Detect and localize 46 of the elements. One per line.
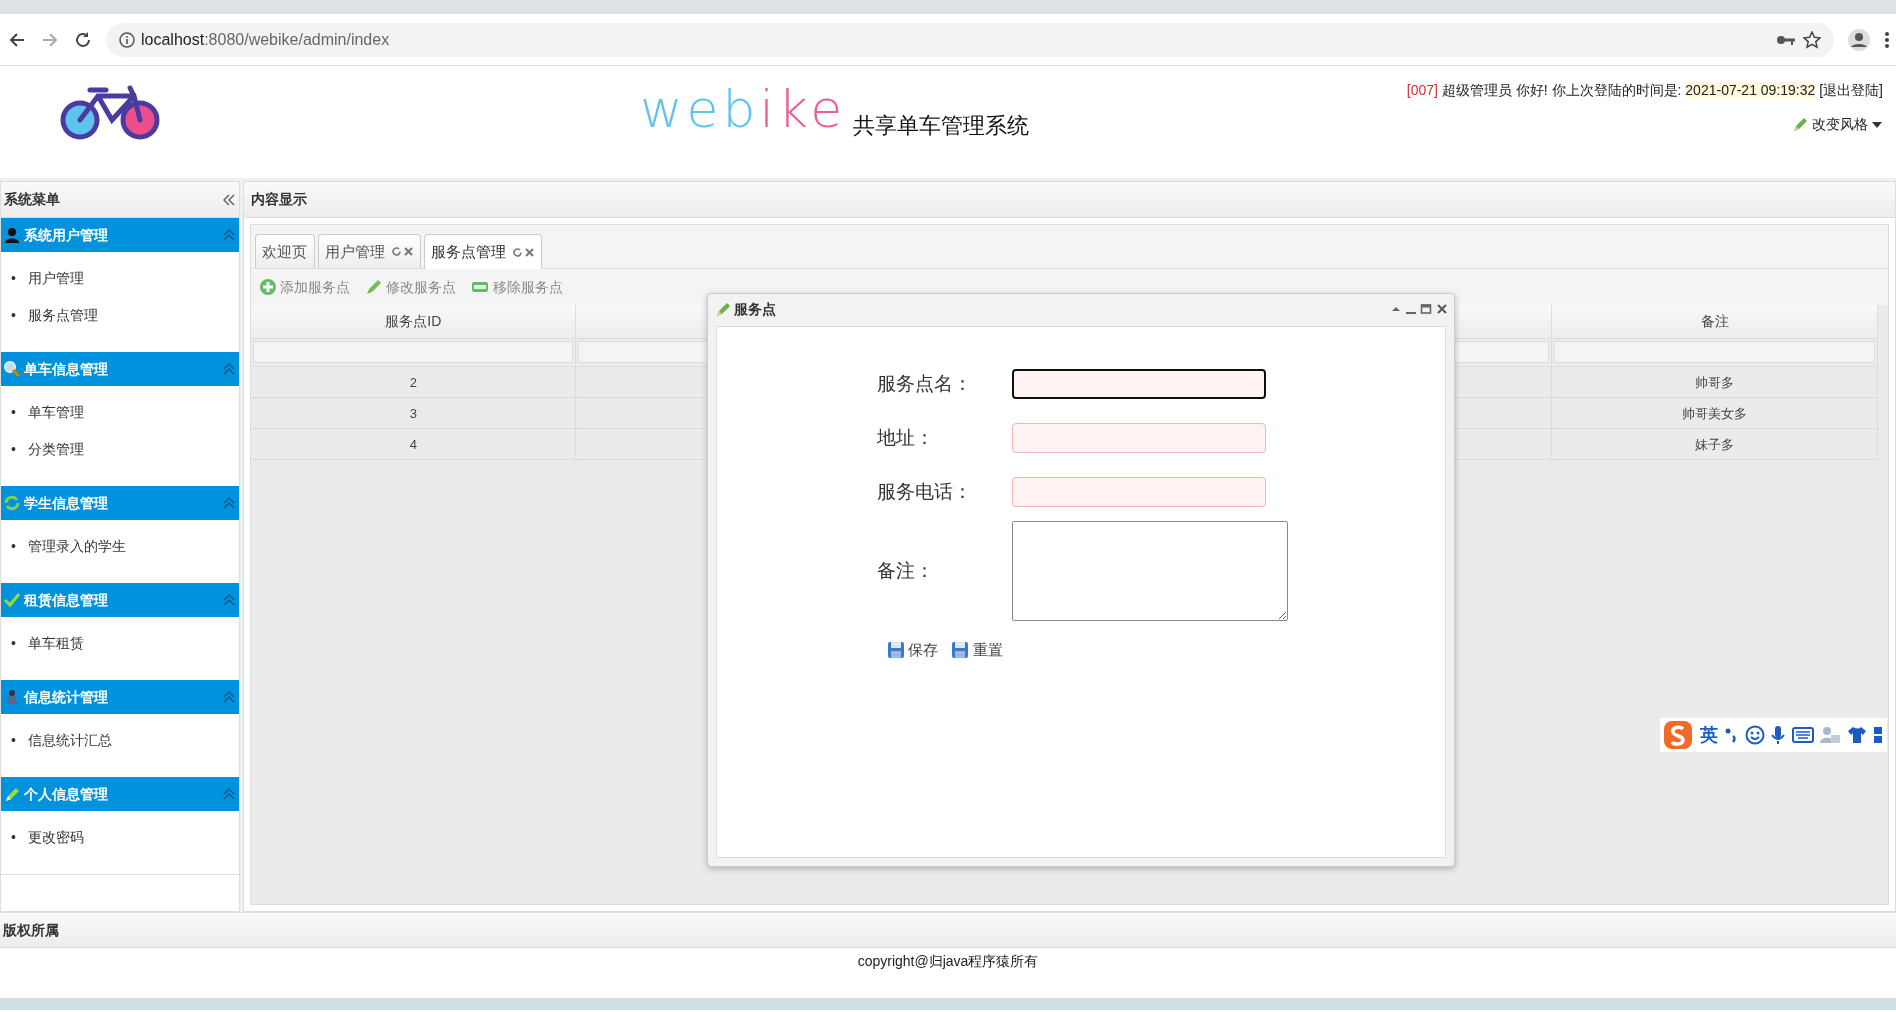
field-label: 地址： <box>877 425 935 450</box>
bullet: • <box>11 306 16 326</box>
column-header: 备注 <box>1552 305 1879 340</box>
menu-link[interactable]: 用户管理 <box>27 268 84 306</box>
user-greeting: [007] 超级管理员 你好! 你上次登陆的时间是: 2021-07-21 09:19:32 [退出登陆] <box>1406 81 1883 100</box>
bullet: • <box>11 634 16 654</box>
url-text: localhost:8080/webike/admin/index <box>141 29 390 50</box>
tab[interactable]: 欢迎页 <box>254 234 315 269</box>
bullet: • <box>11 403 16 423</box>
copyright-text: copyright@归java程序猿所有 <box>857 952 1039 972</box>
bullet: • <box>11 537 16 557</box>
input-mode[interactable]: 英 <box>1699 721 1718 749</box>
dialog-title: 服务点 <box>733 299 777 319</box>
table-cell: 3 <box>251 398 577 430</box>
table-cell: 2 <box>251 367 577 399</box>
tab[interactable]: 服务点管理 <box>423 234 542 270</box>
address-bar[interactable]: localhost:8080/webike/admin/index <box>105 22 1834 57</box>
menu-link[interactable]: 管理录入的学生 <box>27 536 126 574</box>
bullet: • <box>11 828 16 848</box>
style-dropdown[interactable]: 改变风格 <box>1811 114 1868 135</box>
menu-link[interactable]: 单车租赁 <box>27 633 84 671</box>
form-button[interactable]: 保存 <box>887 639 939 662</box>
logo-text: web ike <box>640 78 847 141</box>
panel-title: 版权所属 <box>3 920 60 940</box>
field-label: 备注： <box>877 558 935 583</box>
panel-title: 系统菜单 <box>4 190 62 210</box>
menu-link[interactable]: 分类管理 <box>27 439 84 477</box>
menu-link[interactable]: 服务点管理 <box>27 305 98 343</box>
panel-title: 内容显示 <box>250 190 307 210</box>
bullet: • <box>11 731 16 751</box>
menu-link[interactable]: 信息统计汇总 <box>27 730 112 768</box>
logout-link[interactable]: [退出登陆] <box>1819 82 1883 98</box>
bullet: • <box>11 269 16 289</box>
logo-subtitle: 共享单车管理系统 <box>852 111 1029 140</box>
bullet: • <box>11 440 16 460</box>
table-cell: 帅哥美女多 <box>1552 398 1879 430</box>
form-button[interactable]: 重置 <box>951 639 1003 662</box>
table-cell: 帅哥多 <box>1552 367 1879 399</box>
field-label: 服务点名： <box>877 371 973 396</box>
table-cell: 4 <box>251 429 577 461</box>
table-cell: 妹子多 <box>1552 429 1879 461</box>
field-label: 服务电话： <box>877 479 973 504</box>
column-header: 服务点ID <box>251 305 577 340</box>
tab[interactable]: 用户管理 <box>317 234 421 269</box>
menu-link[interactable]: 单车管理 <box>27 402 84 440</box>
menu-link[interactable]: 更改密码 <box>27 827 84 865</box>
